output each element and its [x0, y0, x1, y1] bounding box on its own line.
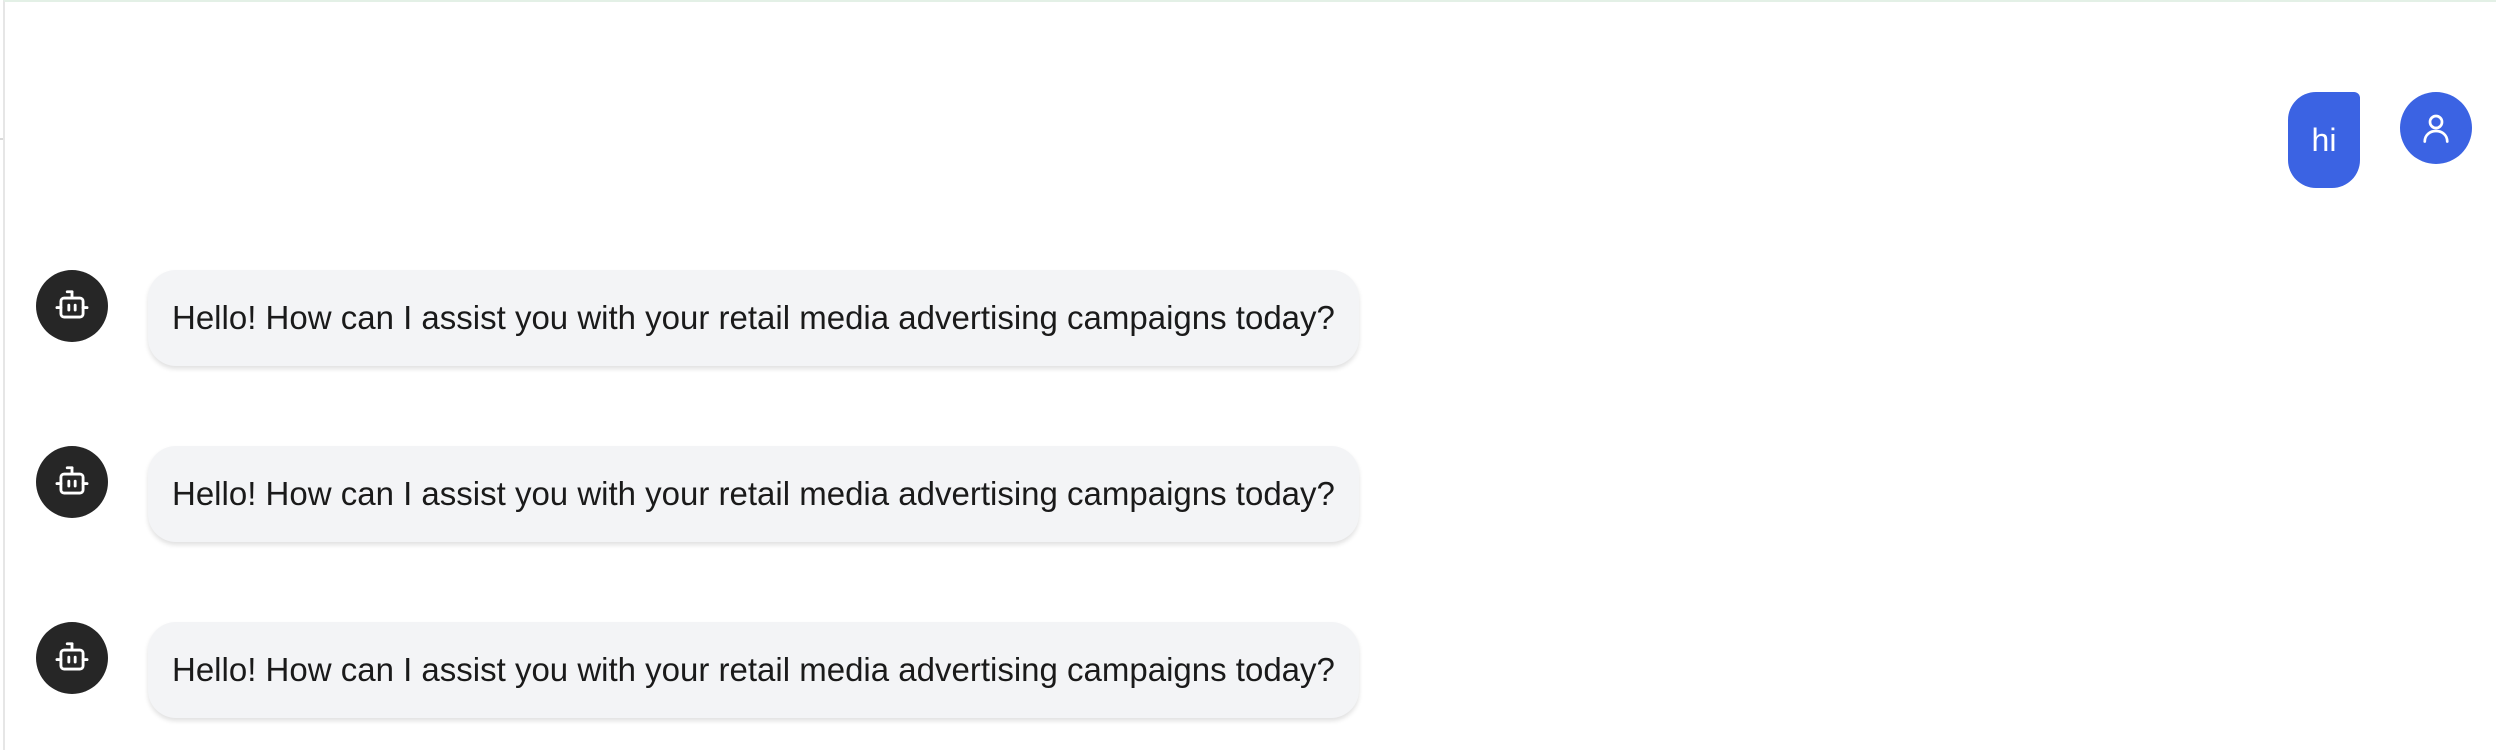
bot-message-bubble: Hello! How can I assist you with your re… [148, 446, 1359, 542]
bot-message-row: Hello! How can I assist you with your re… [36, 270, 1359, 366]
bot-avatar [36, 270, 108, 342]
bot-avatar [36, 446, 108, 518]
divider [0, 138, 3, 140]
bot-message-row: Hello! How can I assist you with your re… [36, 622, 1359, 718]
bot-message-bubble: Hello! How can I assist you with your re… [148, 270, 1359, 366]
robot-icon [55, 642, 89, 671]
user-avatar [2400, 92, 2472, 164]
robot-icon [55, 290, 89, 319]
robot-icon [55, 466, 89, 495]
bot-message-row: Hello! How can I assist you with your re… [36, 446, 1359, 542]
bot-avatar [36, 622, 108, 694]
user-message-row: hi [2288, 92, 2472, 188]
bot-message-bubble: Hello! How can I assist you with your re… [148, 622, 1359, 718]
user-icon [2423, 114, 2449, 143]
user-message-bubble: hi [2288, 92, 2360, 188]
